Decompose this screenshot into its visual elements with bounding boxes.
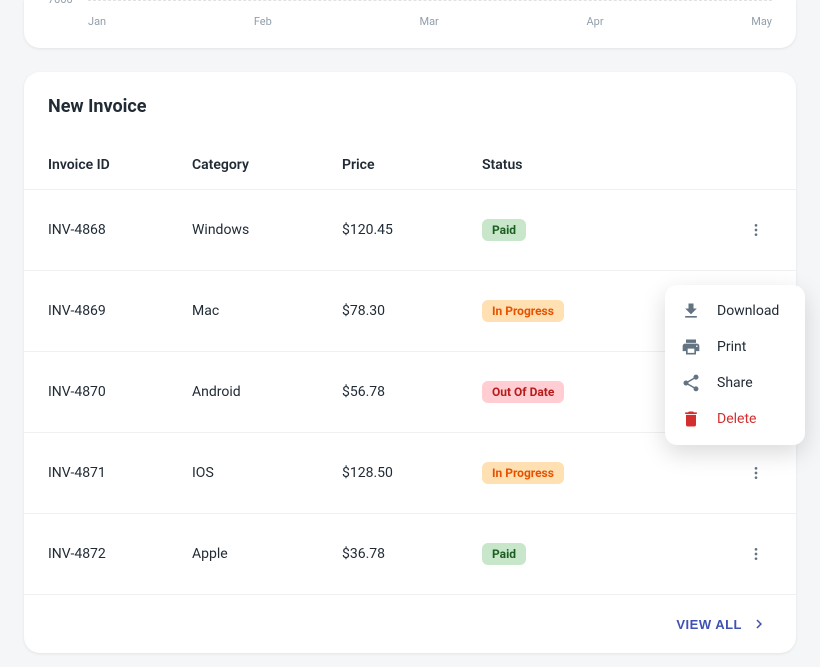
menu-item-print[interactable]: Print xyxy=(665,329,805,365)
cell-category: Android xyxy=(184,352,334,433)
menu-item-share[interactable]: Share xyxy=(665,365,805,401)
card-footer: VIEW ALL xyxy=(24,594,796,653)
more-vertical-icon xyxy=(748,222,764,238)
menu-item-label: Share xyxy=(717,375,753,391)
cell-price: $36.78 xyxy=(334,514,474,595)
chart-x-tick-label: May xyxy=(751,15,772,28)
cell-invoice-id: INV-4869 xyxy=(24,271,184,352)
cell-category: Mac xyxy=(184,271,334,352)
menu-item-download[interactable]: Download xyxy=(665,293,805,329)
print-icon xyxy=(681,337,701,357)
cell-category: Apple xyxy=(184,514,334,595)
table-row: INV-4868 Windows $120.45 Paid xyxy=(24,190,796,271)
status-badge: In Progress xyxy=(482,462,564,484)
status-badge: Paid xyxy=(482,219,526,241)
status-badge: Out Of Date xyxy=(482,381,564,403)
view-all-button[interactable]: VIEW ALL xyxy=(672,607,772,641)
row-actions-button[interactable] xyxy=(740,457,772,489)
cell-price: $120.45 xyxy=(334,190,474,271)
cell-price: $128.50 xyxy=(334,433,474,514)
cell-invoice-id: INV-4871 xyxy=(24,433,184,514)
cell-category: IOS xyxy=(184,433,334,514)
view-all-label: VIEW ALL xyxy=(676,617,742,632)
menu-item-label: Print xyxy=(717,339,746,355)
chart-x-tick-label: Jan xyxy=(88,15,106,28)
chart-x-tick-label: Mar xyxy=(419,15,438,28)
share-icon xyxy=(681,373,701,393)
cell-price: $56.78 xyxy=(334,352,474,433)
status-badge: Paid xyxy=(482,543,526,565)
more-vertical-icon xyxy=(748,465,764,481)
cell-status: Paid xyxy=(474,514,716,595)
cell-price: $78.30 xyxy=(334,271,474,352)
chart-gridline: 7000 xyxy=(88,0,772,1)
download-icon xyxy=(681,301,701,321)
status-badge: In Progress xyxy=(482,300,564,322)
col-header-price: Price xyxy=(334,141,474,190)
delete-icon xyxy=(681,409,701,429)
cell-category: Windows xyxy=(184,190,334,271)
col-header-actions xyxy=(716,141,796,190)
row-actions-button[interactable] xyxy=(740,538,772,570)
cell-status: Paid xyxy=(474,190,716,271)
menu-item-delete[interactable]: Delete xyxy=(665,401,805,437)
row-actions-popover: Download Print Share Delete xyxy=(665,285,805,445)
more-vertical-icon xyxy=(748,546,764,562)
col-header-status: Status xyxy=(474,141,716,190)
chart-y-tick-label: 7000 xyxy=(48,0,73,6)
cell-invoice-id: INV-4872 xyxy=(24,514,184,595)
cell-invoice-id: INV-4868 xyxy=(24,190,184,271)
chart-area-partial: 7000 Jan Feb Mar Apr May xyxy=(24,0,796,48)
menu-item-label: Download xyxy=(717,303,779,319)
menu-item-label: Delete xyxy=(717,411,756,427)
chart-x-tick-label: Feb xyxy=(254,15,272,28)
col-header-category: Category xyxy=(184,141,334,190)
chevron-right-icon xyxy=(750,615,768,633)
chart-x-axis: Jan Feb Mar Apr May xyxy=(88,15,772,28)
cell-invoice-id: INV-4870 xyxy=(24,352,184,433)
col-header-invoice-id: Invoice ID xyxy=(24,141,184,190)
row-actions-button[interactable] xyxy=(740,214,772,246)
card-title: New Invoice xyxy=(24,96,796,141)
table-row: INV-4872 Apple $36.78 Paid xyxy=(24,514,796,595)
chart-x-tick-label: Apr xyxy=(586,15,603,28)
